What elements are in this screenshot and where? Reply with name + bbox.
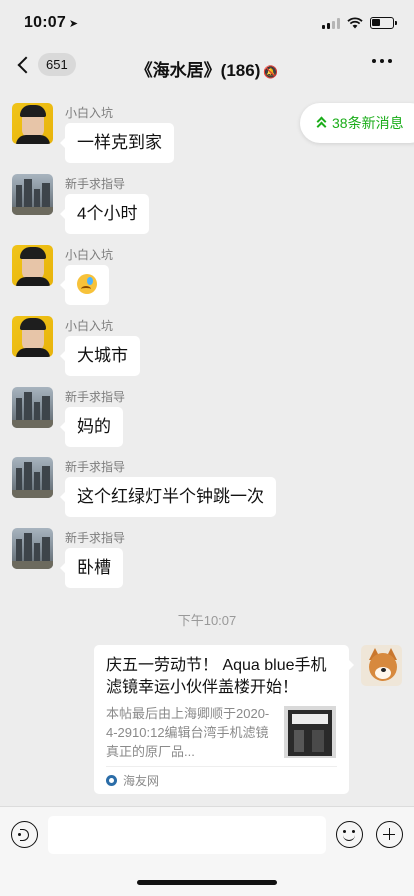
message-bubble[interactable]: 一样克到家	[60, 123, 174, 163]
message-bubble[interactable]: 卧槽	[60, 548, 123, 588]
chat-title: 《海水居》(186) 🔕	[0, 56, 414, 81]
emoji-button[interactable]	[336, 821, 363, 848]
message-item: 小白入坑 一样克到家	[12, 103, 174, 163]
home-indicator[interactable]	[137, 880, 277, 885]
double-chevron-up-icon	[316, 116, 327, 132]
sender-name: 小白入坑	[65, 319, 114, 333]
link-card-title: 庆五一劳动节！ Aqua blue手机滤镜幸运小伙伴盖楼开始！	[106, 657, 327, 696]
new-messages-label: 38条新消息	[332, 115, 404, 131]
bell-off-icon: 🔕	[263, 65, 279, 79]
more-dot-icon	[380, 59, 384, 63]
sender-name: 小白入坑	[65, 248, 114, 262]
more-dot-icon	[372, 59, 376, 63]
status-bar: 10:07 ➤	[0, 0, 414, 46]
link-card[interactable]: 庆五一劳动节！ Aqua blue手机滤镜幸运小伙伴盖楼开始！ 本帖最后由上海卿…	[94, 645, 354, 794]
sender-name: 新手求指导	[65, 177, 126, 191]
message-bubble[interactable]: 4个小时	[59, 194, 150, 234]
message-item: 新手求指导 4个小时	[12, 174, 150, 234]
sender-name: 新手求指导	[65, 390, 126, 404]
message-item: 新手求指导 这个红绿灯半个钟跳一次	[12, 457, 276, 517]
message-item: 新手求指导 卧槽	[12, 528, 125, 588]
more-button[interactable]	[372, 59, 392, 63]
chat-title-text: 《海水居》(186)	[135, 61, 261, 80]
status-icons	[322, 17, 397, 29]
sender-name: 新手求指导	[65, 460, 126, 474]
link-card-source: 海友网	[106, 766, 337, 794]
signal-icon	[322, 17, 340, 29]
message-item: 小白入坑 大城市	[12, 316, 140, 376]
battery-icon	[370, 17, 397, 29]
crying-laughing-emoji-icon	[77, 274, 97, 294]
portrait-avatar[interactable]	[12, 103, 53, 144]
location-arrow-icon: ➤	[68, 18, 79, 30]
wifi-icon	[347, 17, 363, 29]
voice-input-button[interactable]	[11, 821, 38, 848]
time-divider: 下午10:07	[177, 613, 237, 628]
portrait-avatar[interactable]	[12, 316, 53, 357]
link-card-description: 本帖最后由上海卿顺于2020-4-2910:12编辑台湾手机滤镜真正的原厂品..…	[106, 706, 270, 759]
message-item: 新手求指导 妈的	[12, 387, 125, 447]
city-avatar[interactable]	[12, 174, 53, 215]
message-bubble[interactable]: 妈的	[60, 407, 123, 447]
sender-name: 新手求指导	[65, 531, 126, 545]
city-avatar[interactable]	[12, 457, 53, 498]
more-actions-button[interactable]	[376, 821, 403, 848]
city-avatar[interactable]	[12, 387, 53, 428]
status-time: 10:07 ➤	[24, 14, 78, 32]
message-bubble[interactable]: 大城市	[60, 336, 140, 376]
source-name: 海友网	[123, 774, 160, 788]
self-avatar[interactable]	[361, 645, 402, 686]
city-avatar[interactable]	[12, 528, 53, 569]
message-item: 小白入坑	[12, 245, 113, 305]
message-bubble[interactable]	[60, 265, 109, 305]
source-logo-icon	[106, 775, 117, 786]
sender-name: 小白入坑	[65, 106, 114, 120]
portrait-avatar[interactable]	[12, 245, 53, 286]
chat-header: 651 《海水居》(186) 🔕	[0, 46, 414, 88]
link-card-thumbnail	[284, 706, 336, 758]
new-messages-button[interactable]: 38条新消息	[300, 103, 414, 143]
message-bubble[interactable]: 这个红绿灯半个钟跳一次	[60, 477, 276, 517]
message-input[interactable]	[48, 816, 326, 854]
more-dot-icon	[388, 59, 392, 63]
status-time-text: 10:07	[24, 14, 66, 31]
